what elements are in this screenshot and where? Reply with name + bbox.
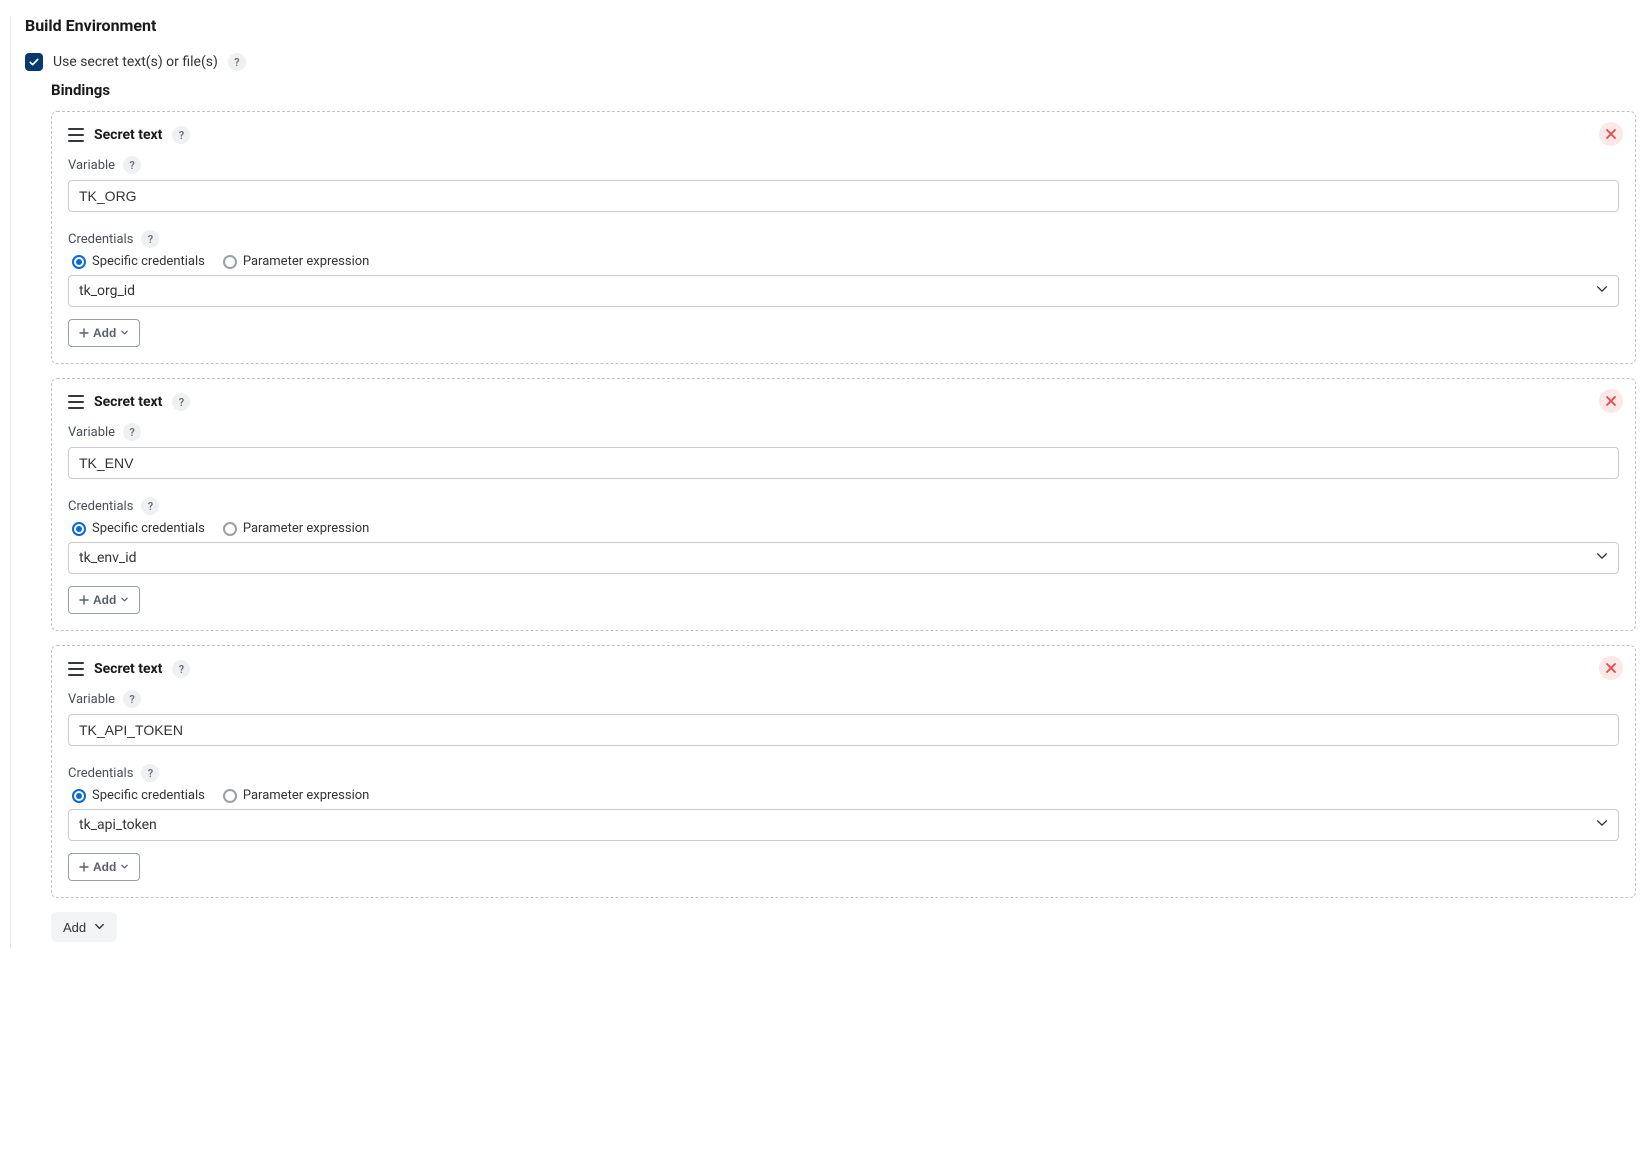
plus-icon	[79, 595, 89, 605]
binding-type-label: Secret text	[94, 394, 162, 410]
radio-parameter-expression[interactable]: Parameter expression	[223, 254, 370, 269]
radio-specific-credentials[interactable]: Specific credentials	[72, 254, 205, 269]
radio-icon	[223, 789, 237, 803]
close-icon	[1605, 662, 1617, 674]
credentials-label: Credentials	[68, 766, 133, 781]
bindings-title: Bindings	[51, 81, 1636, 99]
binding-item: Secret text ? Variable ? Credentials ? S…	[51, 111, 1636, 364]
binding-type-label: Secret text	[94, 661, 162, 677]
add-binding-button[interactable]: Add	[51, 912, 117, 942]
variable-label: Variable	[68, 425, 115, 440]
delete-binding-button[interactable]	[1599, 122, 1623, 146]
variable-label: Variable	[68, 692, 115, 707]
radio-parameter-expression[interactable]: Parameter expression	[223, 788, 370, 803]
credentials-select[interactable]: tk_env_id	[68, 542, 1619, 574]
radio-icon	[72, 255, 86, 269]
credentials-select-value: tk_api_token	[79, 817, 157, 833]
use-secrets-row: Use secret text(s) or file(s) ?	[25, 53, 1636, 71]
variable-input[interactable]	[68, 180, 1619, 212]
add-label: Add	[93, 860, 116, 874]
add-binding-label: Add	[63, 920, 86, 935]
radio-label: Specific credentials	[92, 788, 205, 803]
drag-handle-icon[interactable]	[68, 128, 84, 142]
radio-label: Parameter expression	[243, 788, 370, 803]
credentials-mode-radio-group: Specific credentials Parameter expressio…	[72, 254, 1619, 269]
add-label: Add	[93, 326, 116, 340]
check-icon	[28, 56, 40, 68]
section-title: Build Environment	[25, 16, 1636, 35]
credentials-select[interactable]: tk_api_token	[68, 809, 1619, 841]
variable-input[interactable]	[68, 447, 1619, 479]
binding-item: Secret text ? Variable ? Credentials ? S…	[51, 645, 1636, 898]
use-secrets-checkbox[interactable]	[25, 53, 43, 71]
help-icon[interactable]: ?	[123, 690, 141, 708]
binding-header: Secret text ?	[68, 660, 1619, 678]
binding-header: Secret text ?	[68, 126, 1619, 144]
variable-label-row: Variable ?	[68, 690, 1619, 708]
caret-down-icon	[120, 860, 129, 874]
add-credentials-button[interactable]: Add	[68, 586, 140, 614]
radio-icon	[223, 255, 237, 269]
help-icon[interactable]: ?	[123, 156, 141, 174]
radio-icon	[72, 522, 86, 536]
credentials-select-wrap: tk_env_id	[68, 542, 1619, 574]
help-icon[interactable]: ?	[141, 497, 159, 515]
add-credentials-button[interactable]: Add	[68, 319, 140, 347]
credentials-mode-radio-group: Specific credentials Parameter expressio…	[72, 521, 1619, 536]
radio-label: Specific credentials	[92, 254, 205, 269]
credentials-label: Credentials	[68, 232, 133, 247]
plus-icon	[79, 862, 89, 872]
help-icon[interactable]: ?	[141, 230, 159, 248]
binding-header: Secret text ?	[68, 393, 1619, 411]
radio-icon	[223, 522, 237, 536]
binding-item: Secret text ? Variable ? Credentials ? S…	[51, 378, 1636, 631]
help-icon[interactable]: ?	[141, 764, 159, 782]
help-icon[interactable]: ?	[123, 423, 141, 441]
help-icon[interactable]: ?	[172, 393, 190, 411]
radio-icon	[72, 789, 86, 803]
bindings-list: Secret text ? Variable ? Credentials ? S…	[51, 111, 1636, 898]
credentials-label: Credentials	[68, 499, 133, 514]
radio-specific-credentials[interactable]: Specific credentials	[72, 788, 205, 803]
chevron-down-icon	[94, 920, 105, 935]
delete-binding-button[interactable]	[1599, 389, 1623, 413]
variable-input[interactable]	[68, 714, 1619, 746]
radio-label: Parameter expression	[243, 254, 370, 269]
radio-label: Specific credentials	[92, 521, 205, 536]
credentials-select-wrap: tk_api_token	[68, 809, 1619, 841]
radio-parameter-expression[interactable]: Parameter expression	[223, 521, 370, 536]
variable-label-row: Variable ?	[68, 156, 1619, 174]
delete-binding-button[interactable]	[1599, 656, 1623, 680]
build-environment-section: Build Environment Use secret text(s) or …	[10, 16, 1636, 948]
add-label: Add	[93, 593, 116, 607]
radio-specific-credentials[interactable]: Specific credentials	[72, 521, 205, 536]
caret-down-icon	[120, 593, 129, 607]
drag-handle-icon[interactable]	[68, 395, 84, 409]
credentials-select-value: tk_org_id	[79, 283, 135, 299]
variable-label-row: Variable ?	[68, 423, 1619, 441]
credentials-select-value: tk_env_id	[79, 550, 137, 566]
close-icon	[1605, 395, 1617, 407]
credentials-mode-radio-group: Specific credentials Parameter expressio…	[72, 788, 1619, 803]
credentials-select-wrap: tk_org_id	[68, 275, 1619, 307]
help-icon[interactable]: ?	[172, 660, 190, 678]
radio-label: Parameter expression	[243, 521, 370, 536]
binding-type-label: Secret text	[94, 127, 162, 143]
close-icon	[1605, 128, 1617, 140]
caret-down-icon	[120, 326, 129, 340]
variable-label: Variable	[68, 158, 115, 173]
credentials-label-row: Credentials ?	[68, 230, 1619, 248]
help-icon[interactable]: ?	[228, 53, 246, 71]
credentials-select[interactable]: tk_org_id	[68, 275, 1619, 307]
help-icon[interactable]: ?	[172, 126, 190, 144]
credentials-label-row: Credentials ?	[68, 764, 1619, 782]
plus-icon	[79, 328, 89, 338]
drag-handle-icon[interactable]	[68, 662, 84, 676]
credentials-label-row: Credentials ?	[68, 497, 1619, 515]
use-secrets-label: Use secret text(s) or file(s)	[53, 54, 218, 70]
add-credentials-button[interactable]: Add	[68, 853, 140, 881]
